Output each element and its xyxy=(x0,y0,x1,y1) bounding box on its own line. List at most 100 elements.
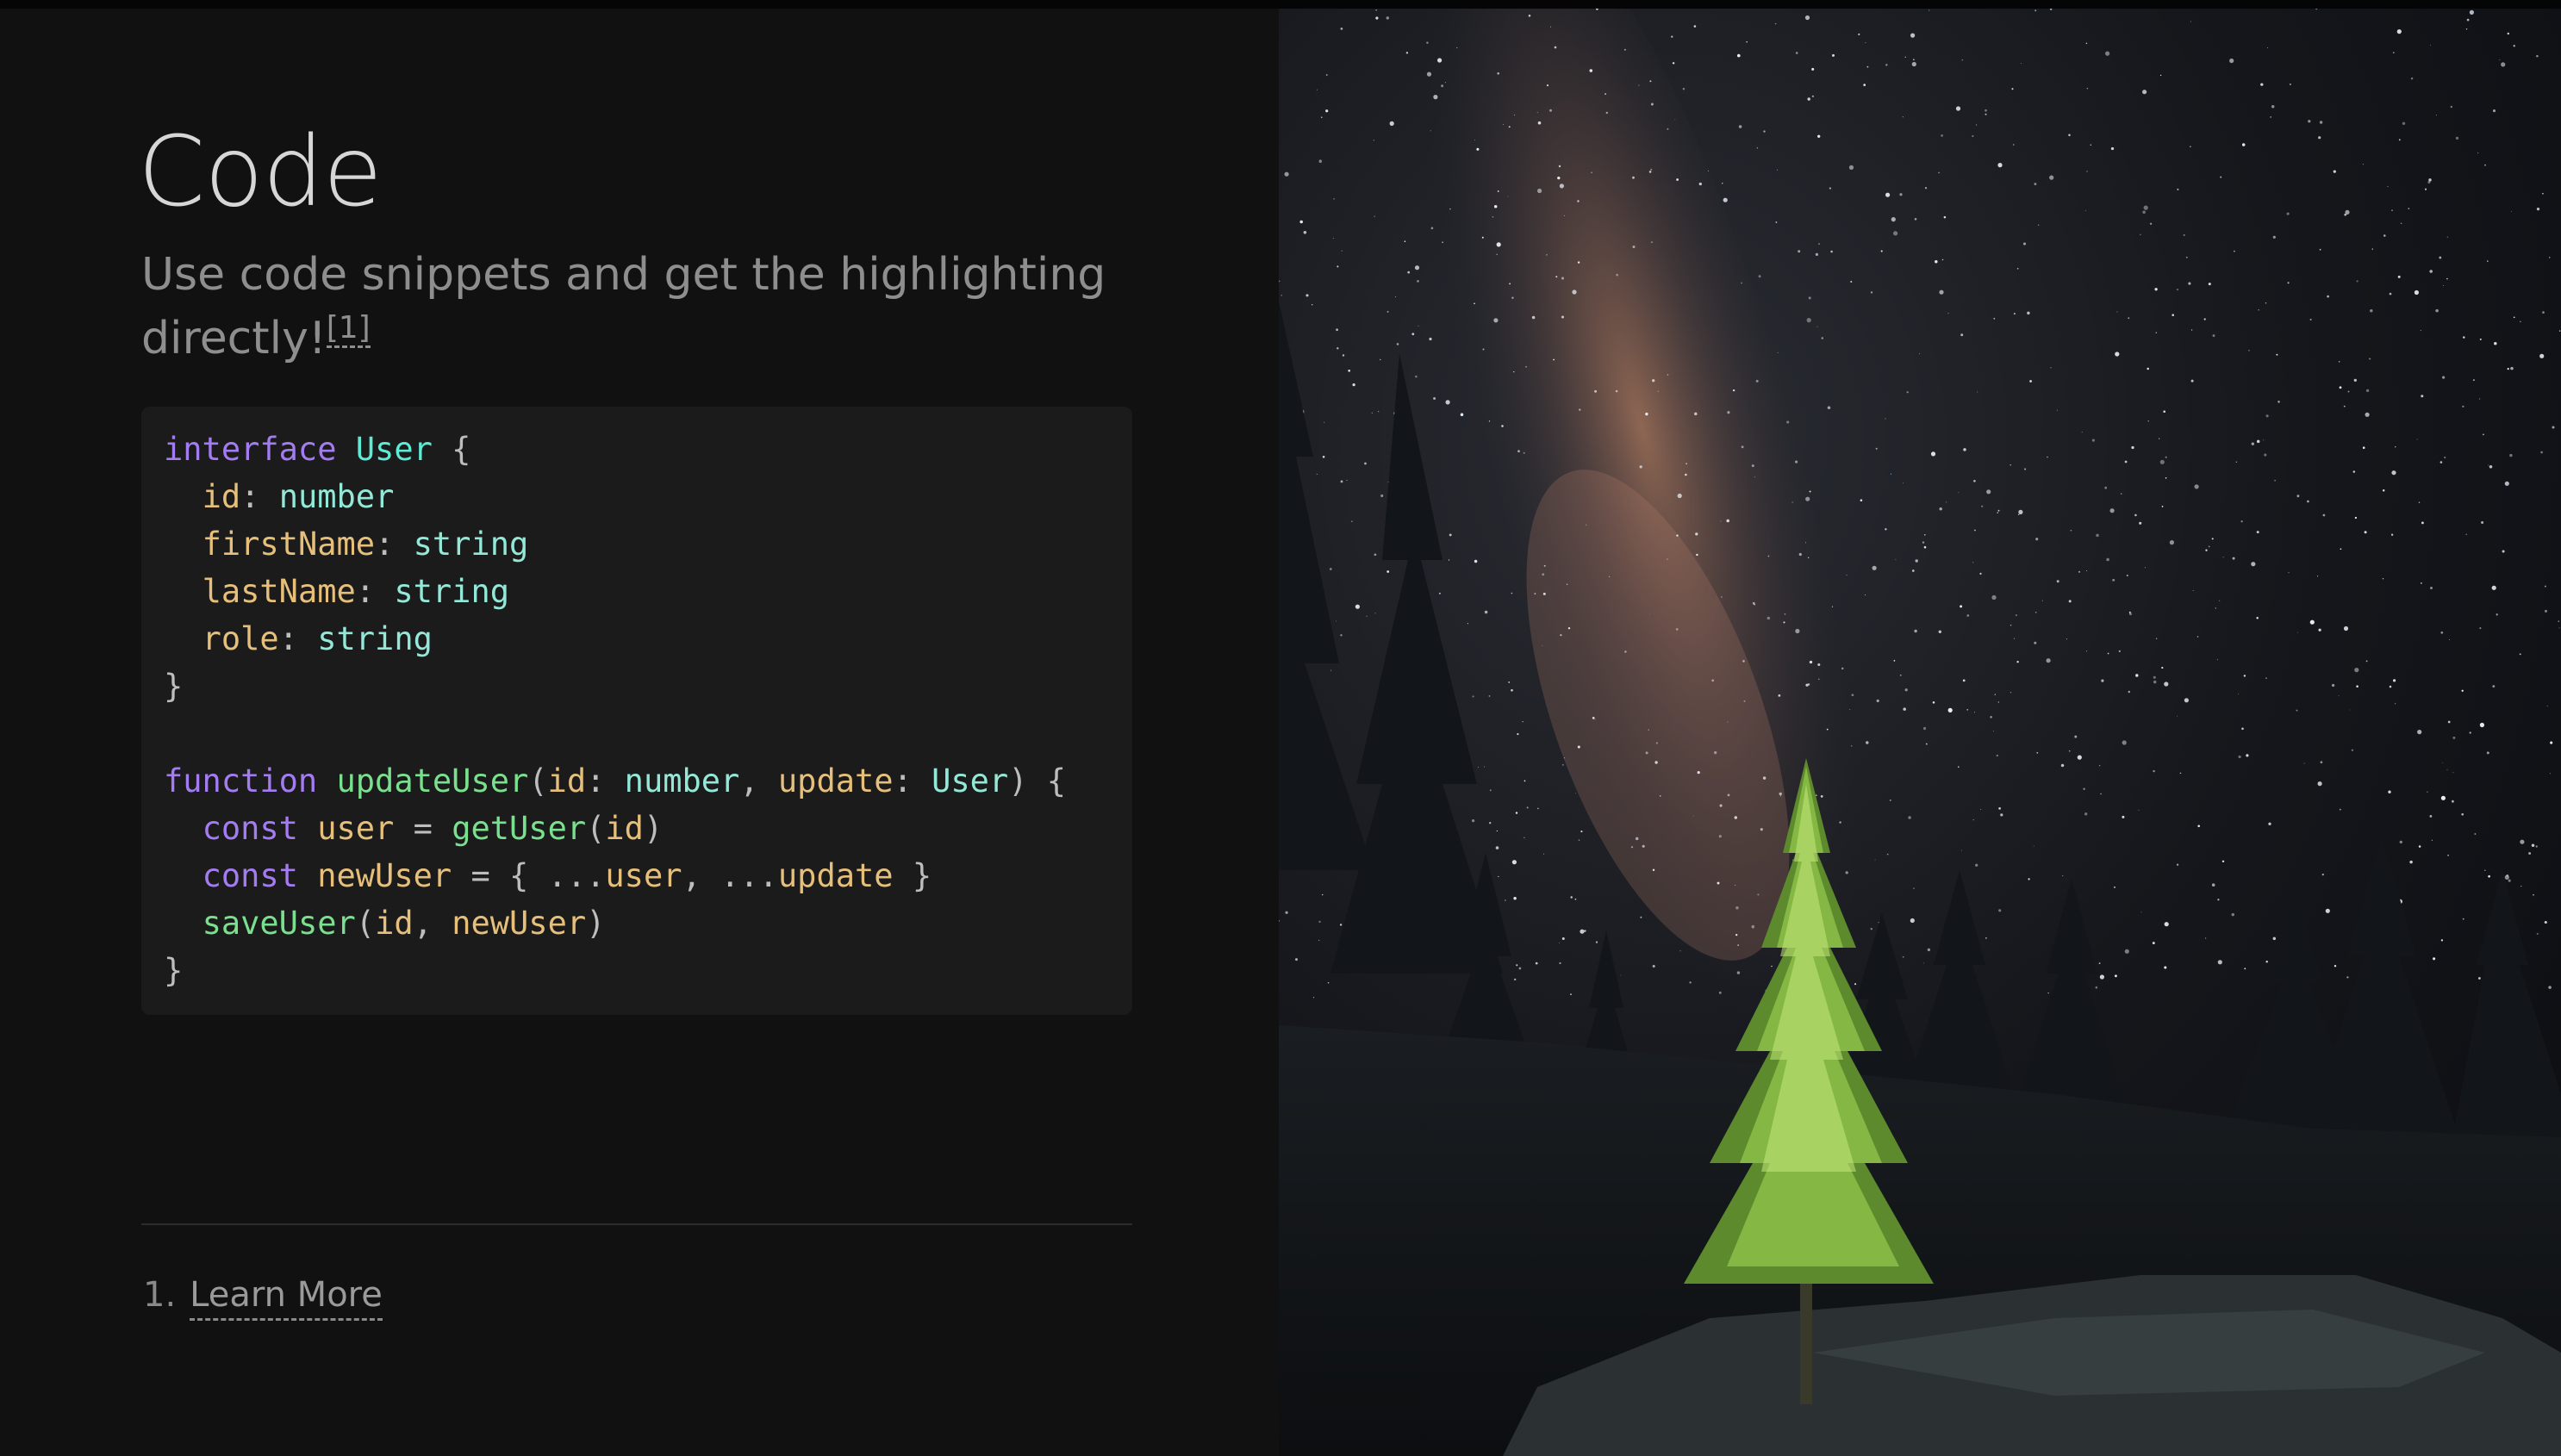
star xyxy=(1570,896,1573,899)
star xyxy=(1914,218,1917,221)
star xyxy=(1911,61,1916,67)
star xyxy=(1947,313,1949,314)
star xyxy=(1996,754,1998,757)
star xyxy=(1762,776,1767,780)
star xyxy=(1489,789,1492,792)
subtitle-text: Use code snippets and get the highlighti… xyxy=(141,249,1106,364)
star xyxy=(2120,493,2122,495)
star xyxy=(2558,627,2560,629)
star xyxy=(1426,72,1432,77)
star xyxy=(1632,245,1636,249)
star xyxy=(2370,308,2373,313)
star xyxy=(2112,578,2115,582)
star xyxy=(2179,772,2182,775)
star xyxy=(1549,109,1552,112)
star xyxy=(1561,277,1564,280)
star xyxy=(1537,188,1542,194)
star xyxy=(1675,628,1679,631)
star xyxy=(2221,860,2225,863)
star xyxy=(1549,26,1552,28)
star xyxy=(1676,534,1679,537)
star xyxy=(2161,667,2164,669)
star xyxy=(2015,614,2017,617)
star xyxy=(2234,250,2235,252)
star xyxy=(1488,420,1491,422)
code-line-6: } xyxy=(164,668,184,705)
star xyxy=(1737,944,1740,947)
star xyxy=(1962,679,1966,682)
star xyxy=(1899,193,1903,196)
star xyxy=(2540,451,2543,454)
star xyxy=(2212,334,2215,338)
star xyxy=(1650,168,1653,171)
star xyxy=(1885,64,1888,66)
star xyxy=(2558,330,2561,332)
star xyxy=(2231,912,2235,917)
star xyxy=(2338,361,2340,363)
star xyxy=(2265,414,2269,418)
star xyxy=(1312,997,1315,999)
star xyxy=(1904,688,1908,692)
star xyxy=(1885,192,1891,197)
star xyxy=(1737,53,1741,58)
star xyxy=(1902,482,1904,484)
star xyxy=(1414,265,1420,271)
star xyxy=(1839,821,1841,824)
star xyxy=(1686,463,1687,464)
star xyxy=(2506,874,2509,877)
star xyxy=(2338,695,2340,697)
footnote-ref-link[interactable]: [1] xyxy=(326,309,371,348)
star xyxy=(1830,250,1833,253)
star xyxy=(2263,439,2265,441)
star xyxy=(2264,453,2267,457)
star xyxy=(2446,769,2448,771)
star xyxy=(1444,82,1446,84)
star xyxy=(2327,295,2329,298)
star xyxy=(1864,594,1866,596)
star xyxy=(2354,516,2358,520)
star xyxy=(2144,567,2146,569)
learn-more-link[interactable]: Learn More xyxy=(190,1275,383,1321)
star xyxy=(2397,275,2401,278)
star xyxy=(1280,295,1282,296)
star xyxy=(1763,130,1766,133)
star xyxy=(1327,981,1330,984)
star xyxy=(2216,659,2218,661)
star xyxy=(2016,660,2019,663)
star xyxy=(1805,542,1806,544)
star xyxy=(1657,390,1659,392)
star xyxy=(2159,459,2165,464)
star xyxy=(1723,197,1728,202)
star xyxy=(2489,465,2493,469)
star xyxy=(1374,215,1375,217)
star xyxy=(2265,677,2267,679)
star xyxy=(1655,742,1659,744)
star xyxy=(2011,88,2014,90)
star xyxy=(1997,512,1998,513)
star xyxy=(2260,83,2264,86)
star xyxy=(2472,379,2475,382)
star xyxy=(1922,726,1927,731)
star xyxy=(2484,869,2486,871)
star xyxy=(2068,134,2071,137)
star xyxy=(2388,790,2391,793)
star xyxy=(1695,532,1698,536)
star xyxy=(1352,383,1355,387)
star xyxy=(1577,745,1580,749)
star xyxy=(1355,604,1360,609)
star xyxy=(2122,740,2127,745)
star xyxy=(2208,545,2210,548)
star xyxy=(1732,389,1735,392)
star xyxy=(2450,105,2453,109)
star xyxy=(2533,893,2534,896)
star xyxy=(2452,800,2454,803)
star xyxy=(2062,875,2064,876)
star xyxy=(1893,660,1896,662)
star xyxy=(1437,58,1443,63)
star xyxy=(1809,490,1811,493)
star xyxy=(2383,234,2386,237)
code-line-12: } xyxy=(164,952,184,989)
star xyxy=(2034,611,2037,613)
star xyxy=(2549,257,2551,258)
star xyxy=(1650,241,1653,244)
